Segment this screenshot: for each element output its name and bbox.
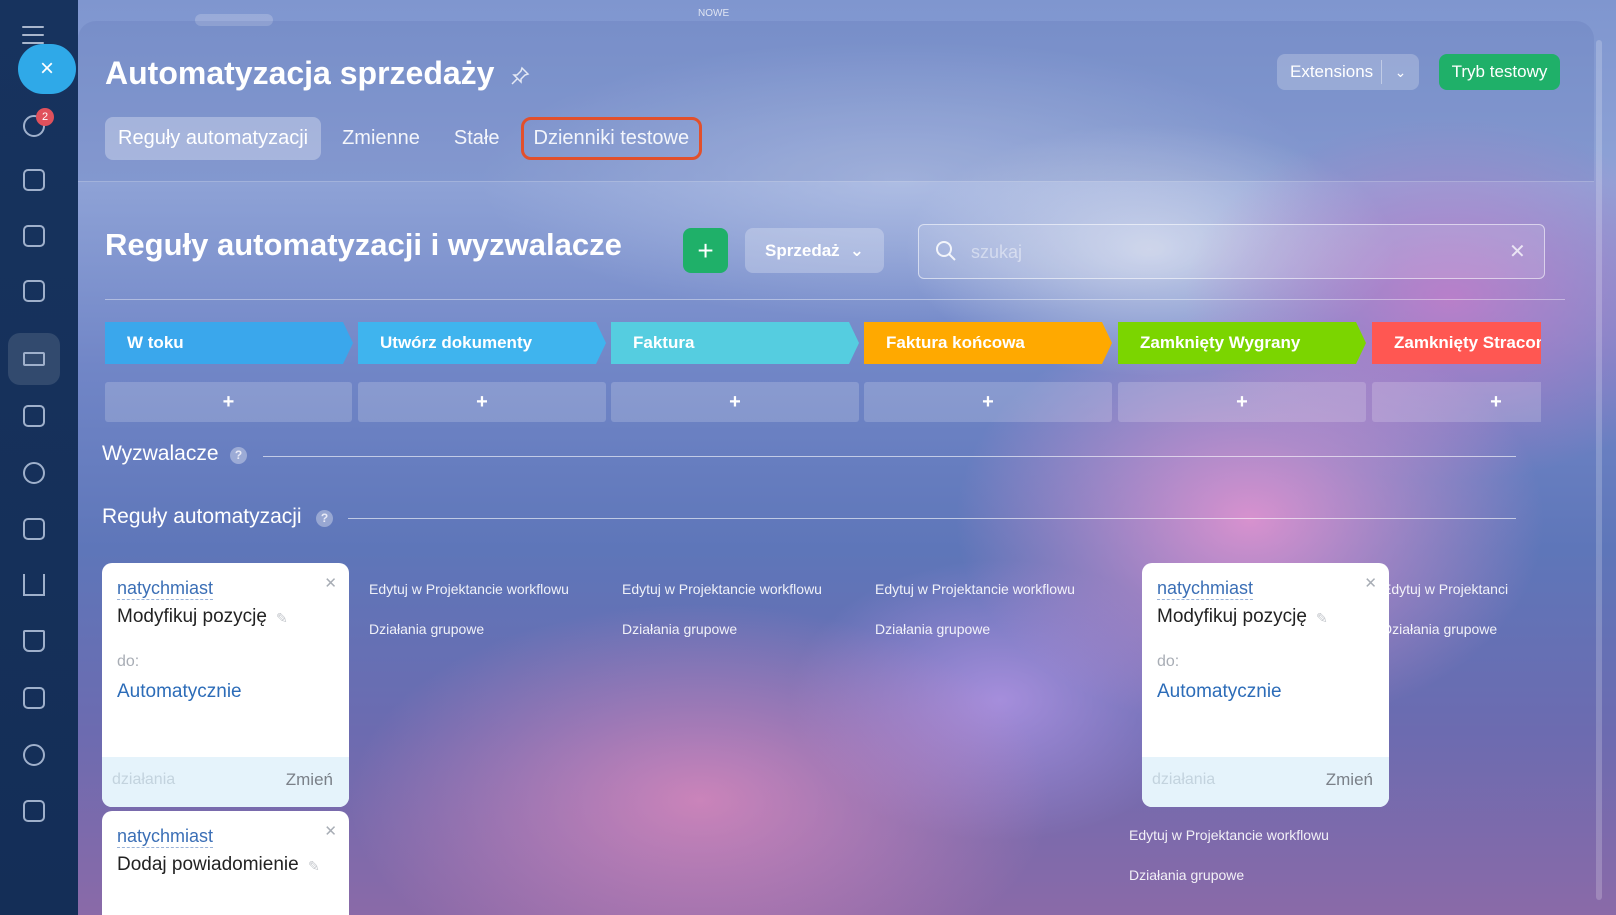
close-icon[interactable]: ✕ xyxy=(324,822,337,840)
analytics-icon[interactable] xyxy=(20,571,48,599)
rules-heading: Reguły automatyzacji xyxy=(102,505,302,528)
add-trigger-button[interactable]: + xyxy=(864,382,1112,422)
tab-bar: Reguły automatyzacji Zmienne Stałe Dzien… xyxy=(105,117,710,160)
rule-action: Modyfikuj pozycję xyxy=(117,606,267,627)
group-actions-link[interactable]: Działania grupowe xyxy=(622,621,737,637)
news-icon[interactable] xyxy=(20,277,48,305)
stage-closed-won: Zamknięty Wygrany xyxy=(1118,322,1366,364)
pipeline-label: Sprzedaż xyxy=(765,240,840,260)
close-icon[interactable]: ✕ xyxy=(1364,574,1377,592)
actions-label: działania xyxy=(112,771,176,788)
rules-divider xyxy=(348,518,1516,519)
section-title: Reguły automatyzacji i wyzwalacze xyxy=(105,227,622,262)
help-icon[interactable]: ? xyxy=(316,510,333,527)
automation-panel: Automatyzacja sprzedaży Extensions ⌄ Try… xyxy=(78,21,1594,915)
rule-card[interactable]: natychmiast ✕ Modyfikuj pozycję ✎ do: Au… xyxy=(1142,563,1389,807)
tasks-icon[interactable] xyxy=(20,166,48,194)
robot-icon[interactable] xyxy=(20,741,48,769)
section-divider xyxy=(105,299,1565,300)
page-title: Automatyzacja sprzedaży xyxy=(105,55,495,91)
edit-workflow-link[interactable]: Edytuj w Projektancie workflowu xyxy=(369,581,569,597)
top-label: NOWE xyxy=(698,8,730,19)
change-button[interactable]: Zmień xyxy=(1326,770,1373,790)
stage-in-progress: W toku xyxy=(105,322,353,364)
pin-icon[interactable] xyxy=(510,66,530,86)
stage-final-invoice: Faktura końcowa xyxy=(864,322,1112,364)
add-trigger-button[interactable]: + xyxy=(1372,382,1541,422)
rule-card[interactable]: natychmiast ✕ Modyfikuj pozycję ✎ do: Au… xyxy=(102,563,349,807)
scrollbar[interactable] xyxy=(1596,40,1602,900)
change-button[interactable]: Zmień xyxy=(286,770,333,790)
group-actions-link[interactable]: Działania grupowe xyxy=(369,621,484,637)
target-value[interactable]: Automatycznie xyxy=(1157,681,1282,703)
box-icon[interactable] xyxy=(20,797,48,825)
card-footer: działania Zmień xyxy=(102,757,349,807)
notification-badge: 2 xyxy=(36,108,54,126)
add-trigger-button[interactable]: + xyxy=(611,382,859,422)
left-sidebar: 2 xyxy=(0,0,78,915)
add-trigger-button[interactable]: + xyxy=(105,382,352,422)
sign-icon[interactable] xyxy=(20,684,48,712)
crm-funnel-icon[interactable] xyxy=(20,345,48,373)
edit-workflow-link[interactable]: Edytuj w Projektanci xyxy=(1382,581,1508,597)
add-trigger-button[interactable]: + xyxy=(1118,382,1366,422)
stage-closed-lost: Zamknięty Stracony xyxy=(1372,322,1541,364)
help-icon[interactable]: ? xyxy=(230,447,247,464)
target-icon[interactable] xyxy=(20,459,48,487)
tab-automation-rules[interactable]: Reguły automatyzacji xyxy=(105,117,322,160)
test-mode-button[interactable]: Tryb testowy xyxy=(1439,54,1560,90)
tab-test-logs[interactable]: Dzienniki testowe xyxy=(520,117,703,160)
cart-icon[interactable] xyxy=(20,627,48,655)
edit-icon[interactable]: ✎ xyxy=(308,858,320,875)
close-icon[interactable]: ✕ xyxy=(324,574,337,592)
edit-icon[interactable]: ✎ xyxy=(1316,610,1328,627)
search-input[interactable] xyxy=(971,237,1471,267)
trigger-condition[interactable]: natychmiast xyxy=(117,826,214,848)
extensions-button[interactable]: Extensions ⌄ xyxy=(1277,54,1419,90)
group-actions-link[interactable]: Działania grupowe xyxy=(875,621,990,637)
extensions-label: Extensions xyxy=(1290,62,1374,81)
trigger-condition[interactable]: natychmiast xyxy=(1157,578,1254,600)
edit-icon[interactable]: ✎ xyxy=(276,610,288,627)
calendar-icon[interactable] xyxy=(20,222,48,250)
search-box: ✕ xyxy=(918,224,1545,279)
stage-row: W toku Utwórz dokumenty Faktura Faktura … xyxy=(105,322,1541,442)
target-label: do: xyxy=(1157,653,1180,670)
stage-create-documents: Utwórz dokumenty xyxy=(358,322,606,364)
tab-constants[interactable]: Stałe xyxy=(441,117,513,160)
search-icon xyxy=(936,241,956,261)
group-actions-link[interactable]: Działania grupowe xyxy=(1382,621,1497,637)
card-footer: działania Zmień xyxy=(1142,757,1389,807)
inbox-icon[interactable] xyxy=(20,402,48,430)
chevron-down-icon[interactable]: ⌄ xyxy=(1382,64,1419,81)
actions-label: działania xyxy=(1152,771,1216,788)
rule-action: Modyfikuj pozycję xyxy=(1157,606,1307,627)
group-actions-link[interactable]: Działania grupowe xyxy=(1129,867,1244,883)
header-divider xyxy=(78,181,1594,182)
stage-invoice: Faktura xyxy=(611,322,859,364)
rule-card[interactable]: natychmiast ✕ Dodaj powiadomienie ✎ xyxy=(102,811,349,915)
edit-workflow-link[interactable]: Edytuj w Projektancie workflowu xyxy=(622,581,822,597)
add-rule-button[interactable]: + xyxy=(683,228,728,273)
pipeline-select[interactable]: Sprzedaż ⌄ xyxy=(745,228,884,273)
chevron-down-icon: ⌄ xyxy=(849,240,864,260)
clear-search-icon[interactable]: ✕ xyxy=(1509,239,1526,264)
edit-workflow-link[interactable]: Edytuj w Projektancie workflowu xyxy=(875,581,1075,597)
target-label: do: xyxy=(117,653,140,670)
target-value[interactable]: Automatycznie xyxy=(117,681,242,703)
edit-workflow-link[interactable]: Edytuj w Projektancie workflowu xyxy=(1129,827,1329,843)
schedule-icon[interactable] xyxy=(20,515,48,543)
close-button[interactable]: × xyxy=(18,44,76,94)
trigger-condition[interactable]: natychmiast xyxy=(117,578,214,600)
add-trigger-button[interactable]: + xyxy=(358,382,606,422)
tab-variables[interactable]: Zmienne xyxy=(329,117,433,160)
triggers-heading: Wyzwalacze xyxy=(102,442,219,465)
rule-action: Dodaj powiadomienie xyxy=(117,854,299,875)
triggers-divider xyxy=(263,456,1516,457)
